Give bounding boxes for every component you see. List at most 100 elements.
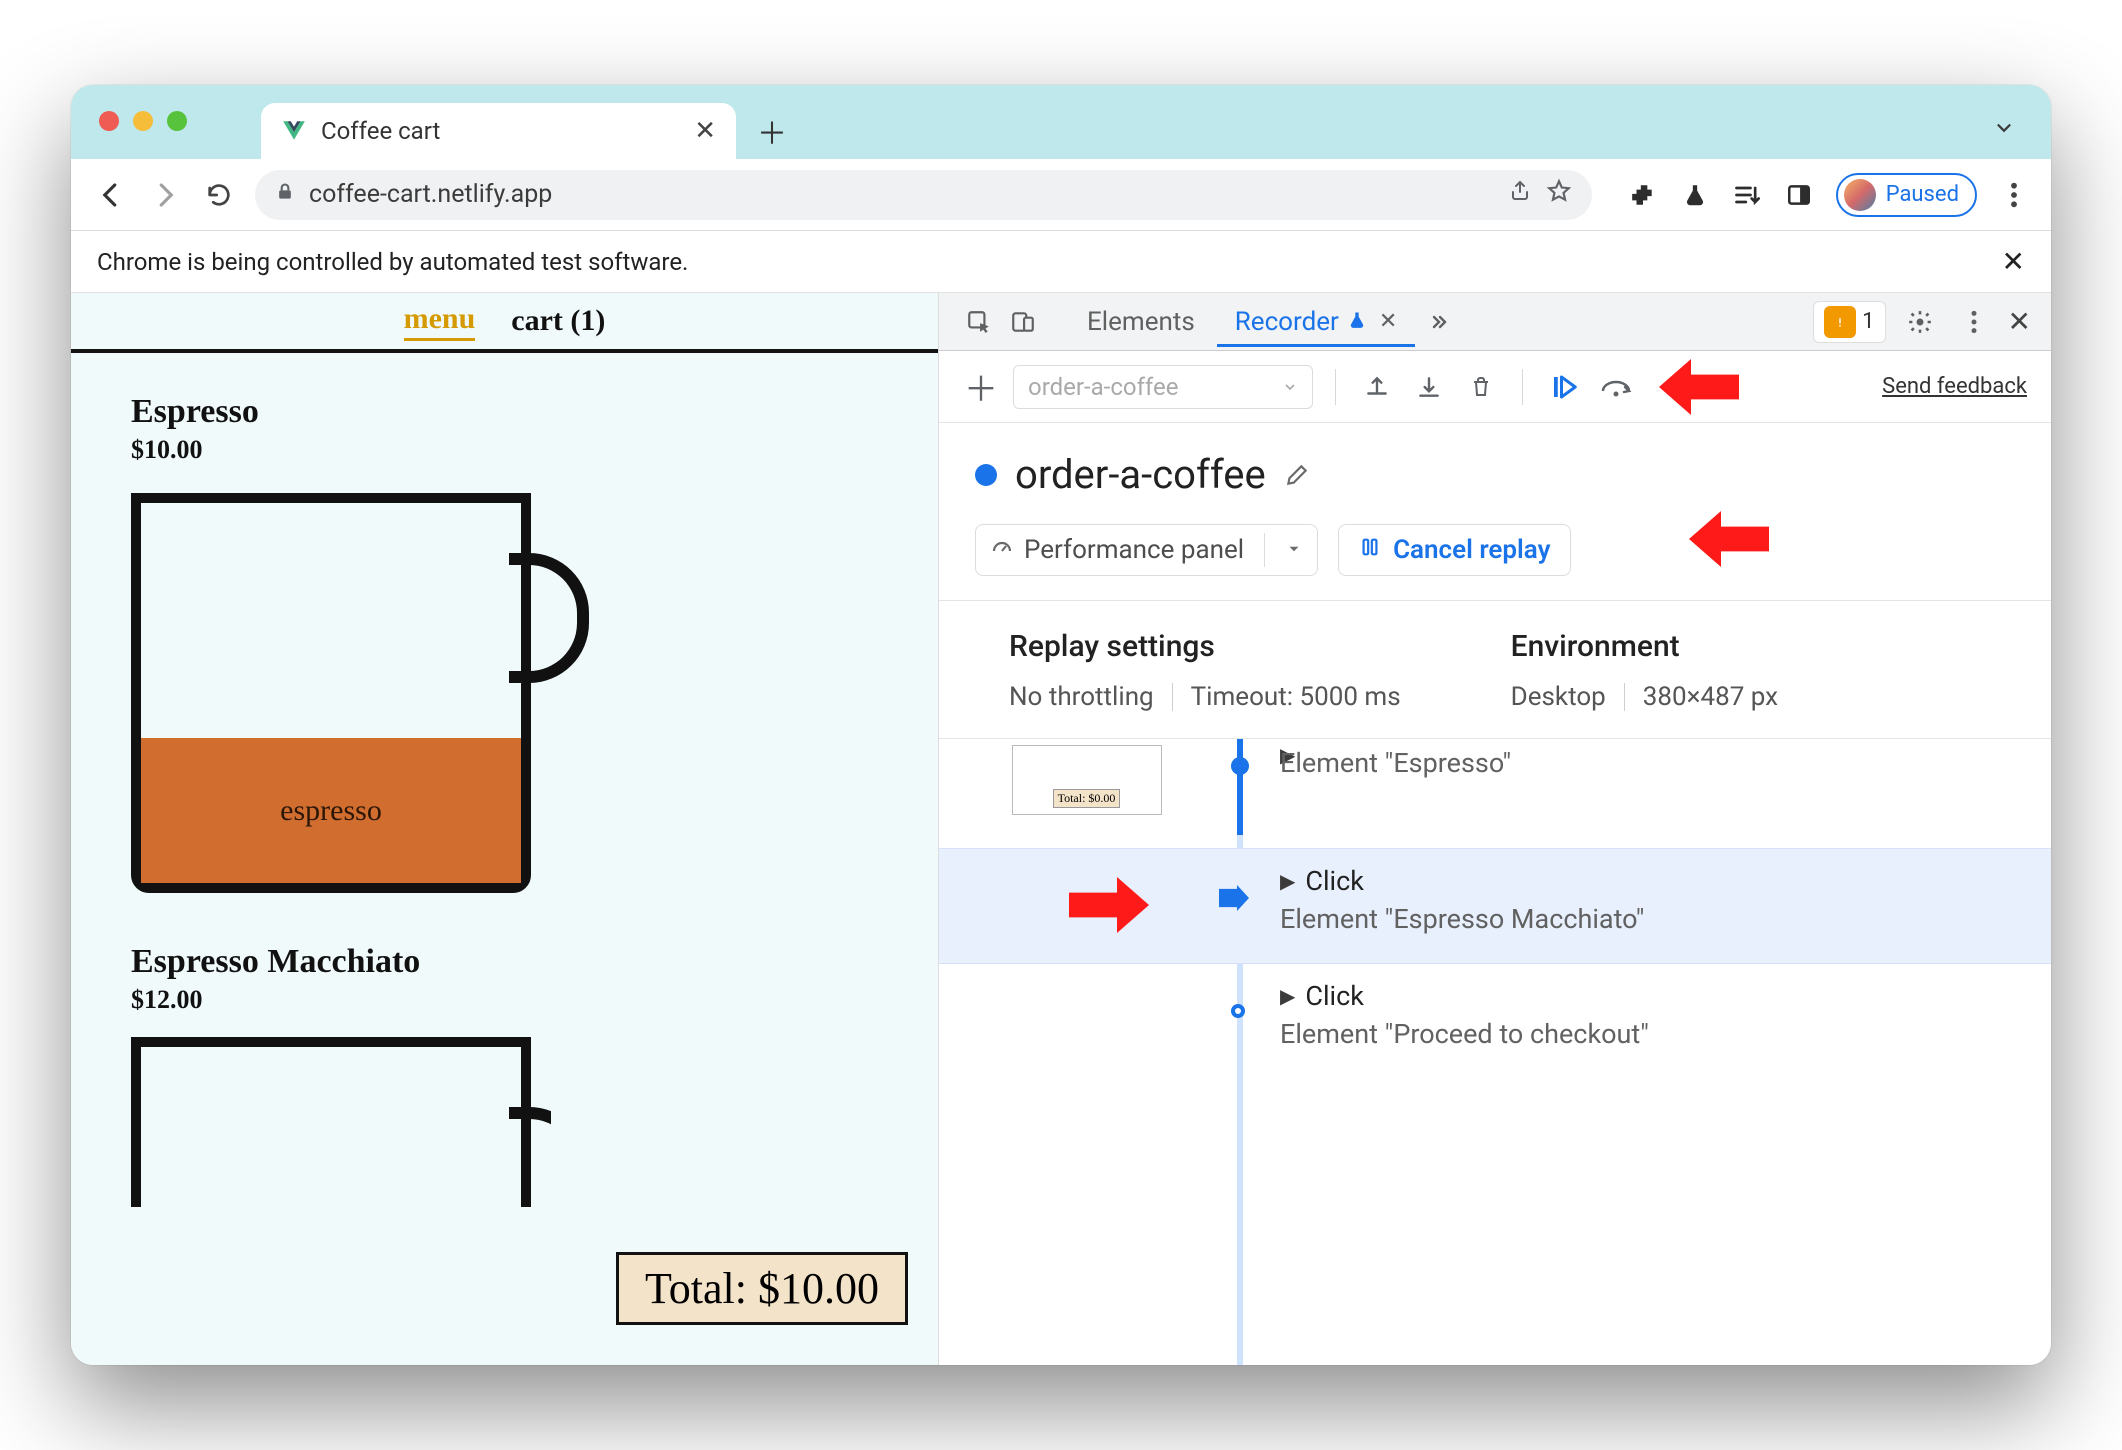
edit-pencil-icon[interactable] — [1284, 451, 1310, 498]
gauge-icon — [990, 535, 1014, 566]
caret-right-icon: ▶ — [1280, 869, 1295, 893]
sidepanel-icon[interactable] — [1784, 180, 1814, 210]
import-icon[interactable] — [1410, 368, 1448, 406]
page-nav: menu cart (1) — [71, 293, 938, 353]
nav-link-cart[interactable]: cart (1) — [511, 304, 605, 338]
lock-icon — [275, 180, 295, 209]
step-action: Click — [1305, 865, 1364, 897]
total-callout[interactable]: Total: $10.00 — [616, 1252, 908, 1325]
toolbar-right: Paused — [1628, 173, 2029, 217]
tab-close-icon[interactable]: ✕ — [694, 116, 716, 146]
product-list: Espresso $10.00 espresso Espresso Macchi… — [71, 353, 938, 1365]
environment-settings: Environment Desktop 380×487 px — [1511, 629, 1778, 712]
browser-window: Coffee cart ✕ ＋ coffee-cart.netlify.app … — [71, 85, 2051, 1365]
reload-button[interactable] — [201, 177, 237, 213]
devtools-panel: Elements Recorder ✕ 1 ✕ — [939, 293, 2051, 1365]
cancel-replay-label: Cancel replay — [1393, 535, 1550, 565]
issues-badge[interactable]: 1 — [1813, 301, 1885, 343]
banner-close-icon[interactable]: ✕ — [2002, 245, 2025, 278]
inspect-element-icon[interactable] — [959, 302, 999, 342]
maximize-window-button[interactable] — [167, 111, 187, 131]
settings-gear-icon[interactable] — [1900, 302, 1940, 342]
chevron-down-icon — [1285, 535, 1303, 565]
new-tab-button[interactable]: ＋ — [752, 111, 792, 151]
recording-dropdown[interactable]: order-a-coffee — [1013, 365, 1313, 409]
devtools-tabbar: Elements Recorder ✕ 1 ✕ — [939, 293, 2051, 351]
issues-count: 1 — [1862, 309, 1874, 334]
devtools-close-icon[interactable]: ✕ — [2008, 305, 2031, 338]
tab-elements[interactable]: Elements — [1069, 297, 1213, 347]
devtools-menu-icon[interactable] — [1954, 302, 1994, 342]
more-tabs-icon[interactable] — [1419, 302, 1459, 342]
export-icon[interactable] — [1358, 368, 1396, 406]
media-controls-icon[interactable] — [1732, 180, 1762, 210]
tab-close-icon[interactable]: ✕ — [1379, 309, 1397, 334]
extensions-icon[interactable] — [1628, 180, 1658, 210]
minimize-window-button[interactable] — [133, 111, 153, 131]
replay-settings: Replay settings No throttling Timeout: 5… — [1009, 629, 1401, 712]
step-action: Click — [1305, 980, 1364, 1012]
product-name: Espresso Macchiato — [131, 943, 878, 981]
back-button[interactable] — [93, 177, 129, 213]
coffee-mug-icon[interactable]: espresso — [131, 483, 551, 893]
throttling-value[interactable]: No throttling — [1009, 682, 1154, 712]
kebab-menu-icon[interactable] — [1999, 180, 2029, 210]
browser-tab[interactable]: Coffee cart ✕ — [261, 103, 736, 159]
recording-title-row: order-a-coffee — [975, 451, 2015, 498]
tab-strip: Coffee cart ✕ ＋ — [71, 85, 2051, 159]
flask-icon — [1347, 307, 1367, 337]
browser-toolbar: coffee-cart.netlify.app Paused — [71, 159, 2051, 231]
annotation-arrow-icon — [1659, 359, 1739, 415]
recording-name: order-a-coffee — [1015, 451, 1266, 498]
step-target: Element "Proceed to checkout" — [1280, 1018, 1649, 1050]
forward-button[interactable] — [147, 177, 183, 213]
main-area: menu cart (1) Espresso $10.00 espresso E… — [71, 293, 2051, 1365]
replay-icon[interactable] — [1545, 368, 1583, 406]
step-marker-icon — [1231, 1004, 1245, 1018]
warning-icon — [1824, 306, 1856, 338]
product-price: $12.00 — [131, 985, 878, 1015]
env-device: Desktop — [1511, 682, 1606, 712]
step-target: Element "Espresso Macchiato" — [1280, 903, 1644, 935]
automation-banner-text: Chrome is being controlled by automated … — [97, 248, 688, 276]
star-icon[interactable] — [1546, 178, 1572, 211]
share-icon[interactable] — [1508, 179, 1532, 210]
add-recording-button[interactable]: ＋ — [963, 362, 999, 411]
environment-title: Environment — [1511, 629, 1778, 664]
send-feedback-link[interactable]: Send feedback — [1882, 374, 2027, 399]
step-row[interactable]: ▶Click Element "Proceed to checkout" — [939, 964, 2051, 1078]
automation-banner: Chrome is being controlled by automated … — [71, 231, 2051, 293]
vue-favicon-icon — [281, 118, 307, 144]
coffee-mug-icon[interactable] — [131, 1037, 551, 1207]
tab-recorder[interactable]: Recorder ✕ — [1217, 297, 1416, 347]
url-text: coffee-cart.netlify.app — [309, 180, 1494, 209]
timeout-value[interactable]: Timeout: 5000 ms — [1191, 682, 1401, 712]
close-window-button[interactable] — [99, 111, 119, 131]
recording-header: order-a-coffee Performance panel Cancel … — [939, 423, 2051, 601]
step-row[interactable]: Total: $0.00 ▶Click Element "Espresso" — [939, 739, 2051, 849]
product-card: Espresso $10.00 espresso — [131, 393, 878, 893]
recorder-toolbar: ＋ order-a-coffee Send feedback — [939, 351, 2051, 423]
address-bar[interactable]: coffee-cart.netlify.app — [255, 170, 1592, 220]
webpage: menu cart (1) Espresso $10.00 espresso E… — [71, 293, 939, 1365]
traffic-lights — [99, 111, 187, 131]
delete-icon[interactable] — [1462, 368, 1500, 406]
step-over-icon[interactable] — [1597, 368, 1635, 406]
steps-list: Total: $0.00 ▶Click Element "Espresso" ▶… — [939, 739, 2051, 1365]
cancel-replay-button[interactable]: Cancel replay — [1338, 524, 1571, 576]
replay-settings-title: Replay settings — [1009, 629, 1401, 664]
performance-panel-button[interactable]: Performance panel — [975, 524, 1318, 576]
avatar-icon — [1844, 179, 1876, 211]
dropdown-value: order-a-coffee — [1028, 373, 1178, 401]
replay-settings-row: Replay settings No throttling Timeout: 5… — [939, 601, 2051, 739]
paused-label: Paused — [1886, 182, 1959, 207]
tab-title: Coffee cart — [321, 117, 680, 145]
recording-bullet-icon — [975, 464, 997, 486]
step-row[interactable]: ▶ Click Element "Espresso Macchiato" — [939, 849, 2051, 964]
window-dropdown-icon[interactable] — [1993, 113, 2015, 146]
product-name: Espresso — [131, 393, 878, 431]
nav-link-menu[interactable]: menu — [404, 302, 476, 341]
profile-paused-chip[interactable]: Paused — [1836, 173, 1977, 217]
labs-flask-icon[interactable] — [1680, 180, 1710, 210]
device-toolbar-icon[interactable] — [1003, 302, 1043, 342]
